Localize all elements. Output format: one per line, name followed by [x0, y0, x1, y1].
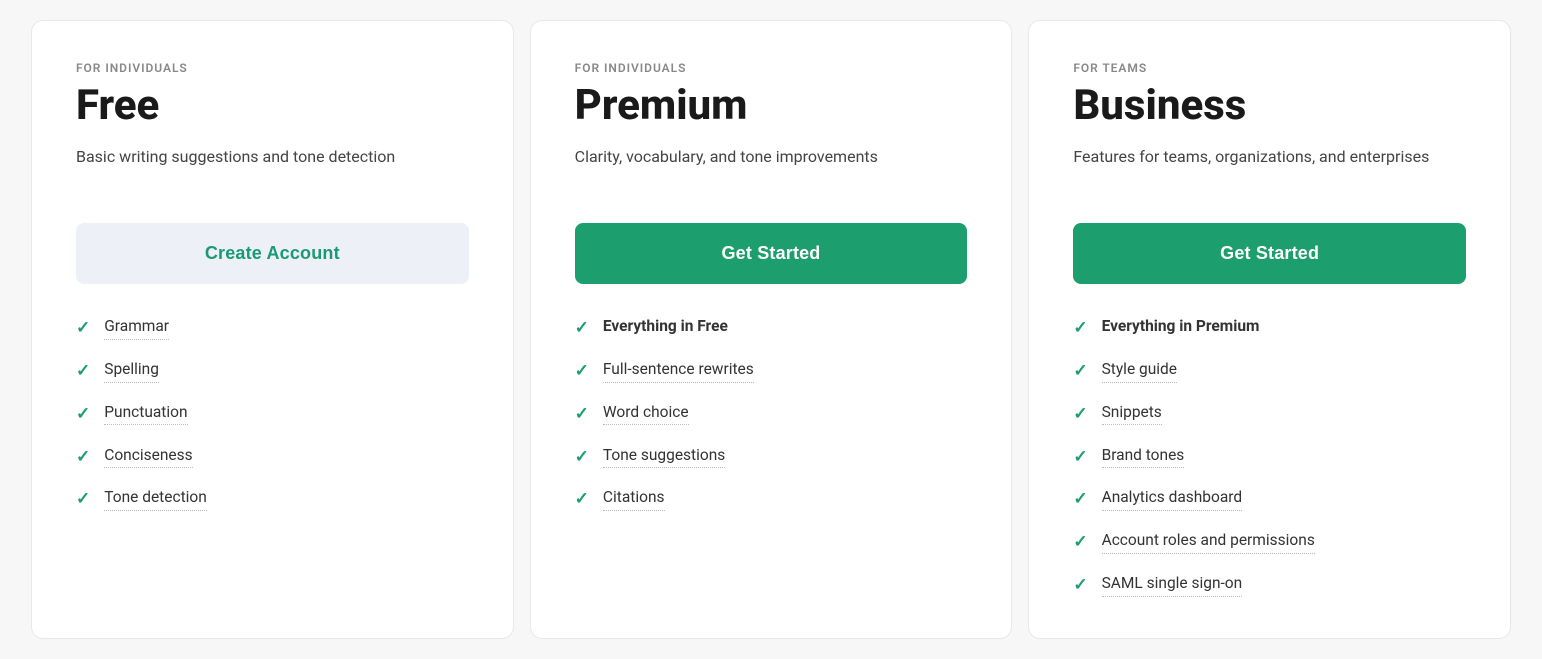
get-started-button[interactable]: Get Started — [1073, 223, 1466, 284]
check-icon: ✓ — [1073, 403, 1087, 427]
check-icon: ✓ — [76, 360, 90, 384]
feature-text: SAML single sign-on — [1102, 573, 1243, 597]
feature-item: ✓ Tone suggestions — [575, 445, 968, 470]
plan-name: Business — [1073, 83, 1466, 129]
feature-text: Everything in Free — [603, 316, 728, 339]
features-list: ✓ Everything in Premium ✓ Style guide ✓ Snipp… — [1073, 316, 1466, 598]
pricing-container: FOR INDIVIDUALS Free Basic writing suggest… — [31, 20, 1511, 639]
feature-item: ✓ Brand tones — [1073, 445, 1466, 470]
plan-description: Features for teams, organizations, and e… — [1073, 145, 1466, 195]
feature-item: ✓ Everything in Free — [575, 316, 968, 341]
feature-text: Tone suggestions — [603, 445, 725, 469]
check-icon: ✓ — [575, 403, 589, 427]
feature-text: Snippets — [1102, 402, 1162, 426]
plan-type-label: FOR TEAMS — [1073, 61, 1466, 75]
feature-text: Analytics dashboard — [1102, 487, 1243, 511]
check-icon: ✓ — [76, 488, 90, 512]
feature-text: Everything in Premium — [1102, 316, 1260, 339]
pricing-card-free: FOR INDIVIDUALS Free Basic writing suggest… — [31, 20, 514, 639]
create-account-button[interactable]: Create Account — [76, 223, 469, 284]
check-icon: ✓ — [575, 488, 589, 512]
feature-item: ✓ Grammar — [76, 316, 469, 341]
feature-text: Account roles and permissions — [1102, 530, 1315, 554]
features-list: ✓ Everything in Free ✓ Full-sentence rewrit… — [575, 316, 968, 512]
check-icon: ✓ — [1073, 317, 1087, 341]
plan-description: Clarity, vocabulary, and tone improvemen… — [575, 145, 968, 195]
feature-text: Word choice — [603, 402, 689, 426]
pricing-card-premium: FOR INDIVIDUALS Premium Clarity, vocabular… — [530, 20, 1013, 639]
feature-item: ✓ SAML single sign-on — [1073, 573, 1466, 598]
check-icon: ✓ — [575, 360, 589, 384]
check-icon: ✓ — [575, 317, 589, 341]
plan-name: Free — [76, 83, 469, 129]
feature-item: ✓ Everything in Premium — [1073, 316, 1466, 341]
feature-text: Style guide — [1102, 359, 1177, 383]
check-icon: ✓ — [76, 446, 90, 470]
feature-item: ✓ Word choice — [575, 402, 968, 427]
feature-item: ✓ Punctuation — [76, 402, 469, 427]
check-icon: ✓ — [1073, 531, 1087, 555]
feature-item: ✓ Full-sentence rewrites — [575, 359, 968, 384]
feature-item: ✓ Spelling — [76, 359, 469, 384]
feature-text: Citations — [603, 487, 665, 511]
feature-item: ✓ Account roles and permissions — [1073, 530, 1466, 555]
pricing-card-business: FOR TEAMS Business Features for teams, org… — [1028, 20, 1511, 639]
feature-item: ✓ Analytics dashboard — [1073, 487, 1466, 512]
features-list: ✓ Grammar ✓ Spelling ✓ Punctuation ✓ Concisenes… — [76, 316, 469, 512]
feature-text: Conciseness — [104, 445, 192, 469]
feature-item: ✓ Citations — [575, 487, 968, 512]
feature-text: Full-sentence rewrites — [603, 359, 754, 383]
check-icon: ✓ — [76, 403, 90, 427]
feature-text: Tone detection — [104, 487, 207, 511]
feature-item: ✓ Tone detection — [76, 487, 469, 512]
feature-item: ✓ Style guide — [1073, 359, 1466, 384]
check-icon: ✓ — [575, 446, 589, 470]
plan-name: Premium — [575, 83, 968, 129]
plan-description: Basic writing suggestions and tone detec… — [76, 145, 469, 195]
feature-text: Spelling — [104, 359, 159, 383]
feature-item: ✓ Conciseness — [76, 445, 469, 470]
feature-text: Punctuation — [104, 402, 187, 426]
get-started-button[interactable]: Get Started — [575, 223, 968, 284]
check-icon: ✓ — [76, 317, 90, 341]
check-icon: ✓ — [1073, 488, 1087, 512]
plan-type-label: FOR INDIVIDUALS — [575, 61, 968, 75]
feature-text: Grammar — [104, 316, 169, 340]
plan-type-label: FOR INDIVIDUALS — [76, 61, 469, 75]
check-icon: ✓ — [1073, 446, 1087, 470]
check-icon: ✓ — [1073, 360, 1087, 384]
feature-item: ✓ Snippets — [1073, 402, 1466, 427]
feature-text: Brand tones — [1102, 445, 1185, 469]
check-icon: ✓ — [1073, 574, 1087, 598]
